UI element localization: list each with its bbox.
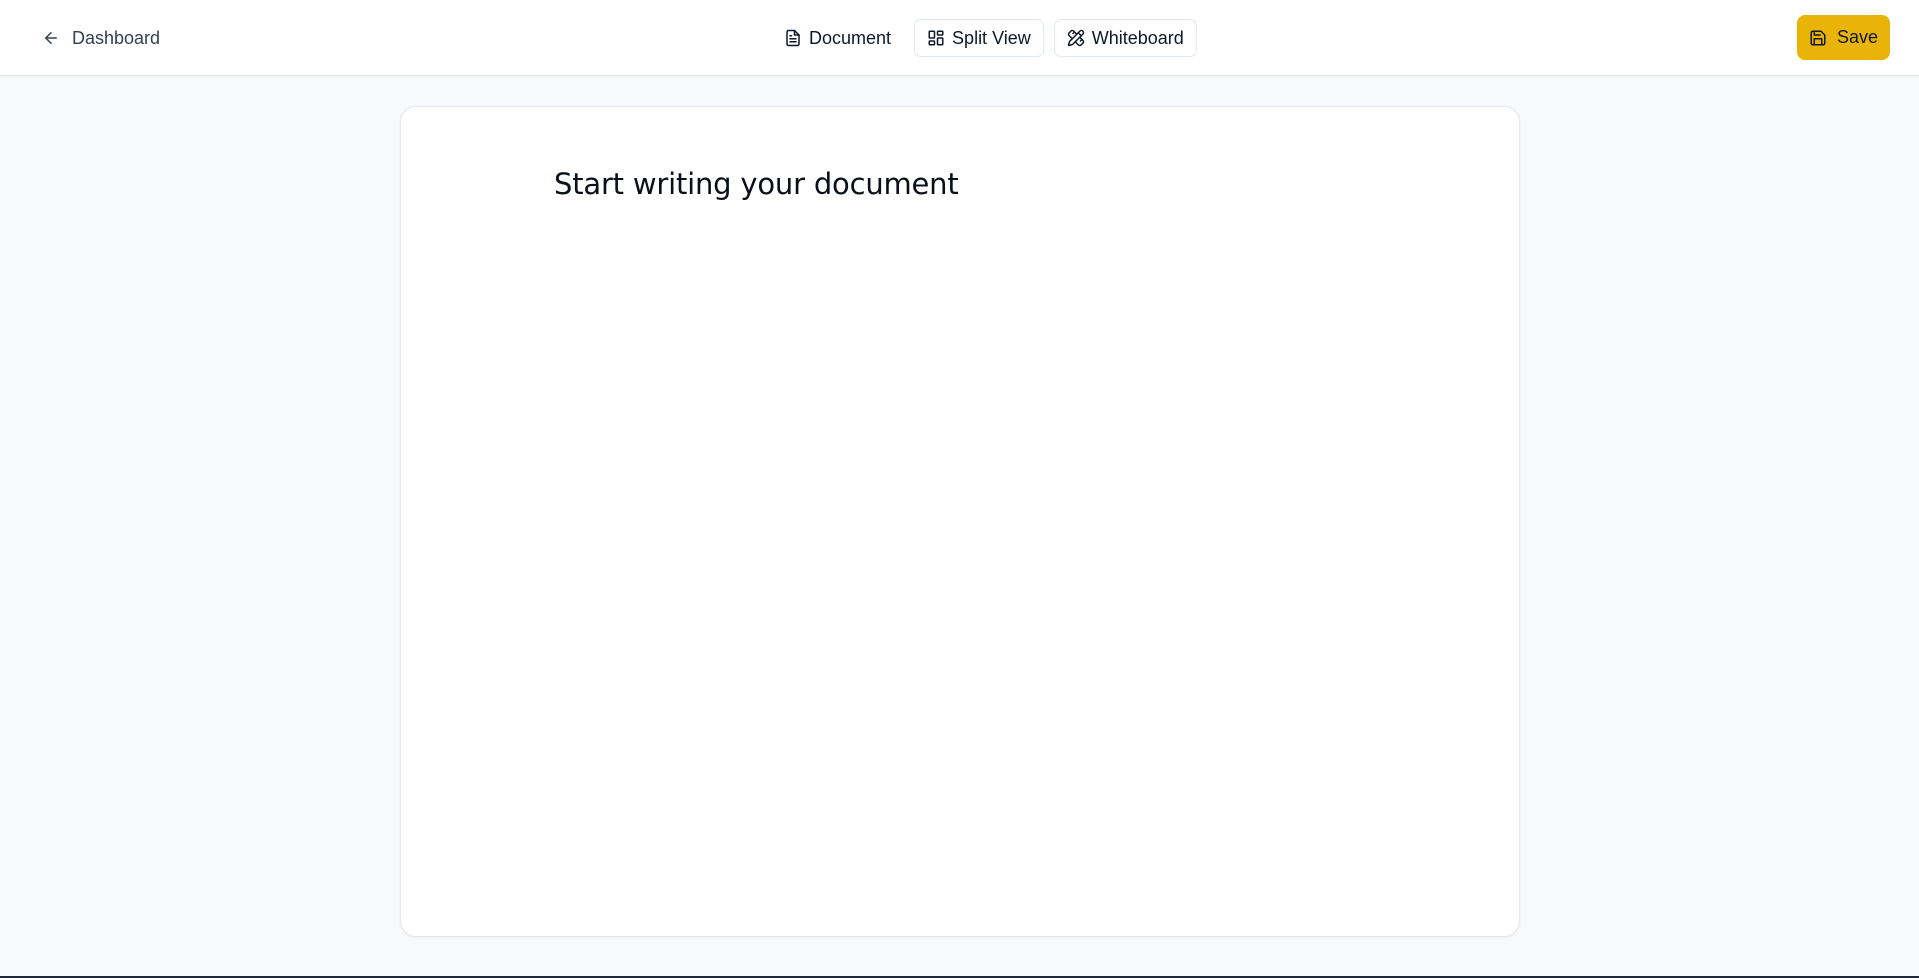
layout-grid-icon (927, 29, 945, 47)
document-mode-button[interactable]: Document (771, 19, 904, 57)
whiteboard-mode-label: Whiteboard (1091, 27, 1184, 48)
top-bar: Dashboard Document Split View Whiteboard… (0, 0, 1919, 76)
save-icon (1809, 29, 1827, 47)
document-mode-label: Document (809, 27, 892, 48)
view-mode-switcher: Document Split View Whiteboard (771, 19, 1197, 57)
pencil-ruler-icon (1067, 29, 1085, 47)
save-button-label: Save (1836, 27, 1879, 47)
split-view-mode-label: Split View (952, 27, 1031, 48)
whiteboard-mode-button[interactable]: Whiteboard (1053, 19, 1197, 57)
split-view-mode-button[interactable]: Split View (914, 19, 1044, 57)
save-button[interactable]: Save (1797, 15, 1890, 60)
document-title-placeholder[interactable]: Start writing your document (554, 167, 1154, 207)
back-link-label: Dashboard (72, 27, 161, 48)
document-editor[interactable]: Start writing your document (400, 106, 1520, 937)
file-text-icon (784, 29, 802, 47)
back-to-dashboard-link[interactable]: Dashboard (34, 18, 168, 58)
arrow-left-icon (42, 29, 60, 47)
